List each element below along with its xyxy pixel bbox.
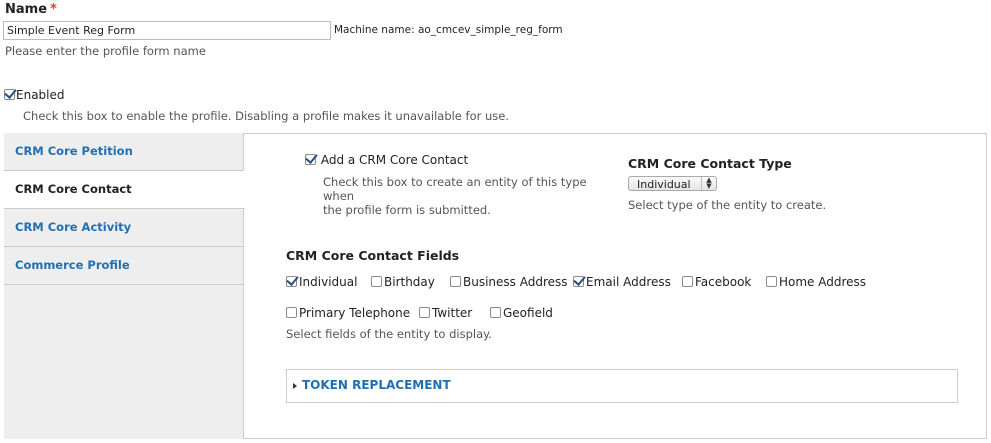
contact-type-title: CRM Core Contact Type	[628, 156, 792, 171]
name-input[interactable]	[3, 21, 331, 40]
tab-crm-core-activity[interactable]: CRM Core Activity	[4, 209, 243, 247]
machine-name: Machine name: ao_cmcev_simple_reg_form	[334, 24, 563, 36]
field-label: Geofield	[503, 305, 553, 320]
select-arrows-icon: ▲ ▼	[701, 177, 716, 190]
token-replacement-label: TOKEN REPLACEMENT	[302, 378, 451, 392]
enabled-label: Enabled	[16, 87, 65, 102]
name-label-text: Name	[5, 2, 48, 17]
contact-fields-help: Select fields of the entity to display.	[286, 327, 492, 341]
field-option-birthday[interactable]: Birthday	[371, 274, 435, 289]
field-checkbox[interactable]	[419, 307, 430, 318]
field-checkbox[interactable]	[286, 307, 297, 318]
contact-type-selected: Individual	[637, 178, 691, 191]
add-contact-label: Add a CRM Core Contact	[320, 152, 469, 167]
field-label: Email Address	[586, 274, 671, 289]
field-checkbox[interactable]	[450, 276, 461, 287]
contact-type-select[interactable]: Individual ▲ ▼	[628, 176, 717, 191]
add-contact-help-line2: the profile form is submitted.	[323, 203, 491, 217]
field-checkbox[interactable]	[286, 276, 297, 287]
enabled-row[interactable]: Enabled	[4, 87, 65, 102]
enabled-checkbox[interactable]	[4, 89, 15, 100]
field-option-primary-telephone[interactable]: Primary Telephone	[286, 305, 410, 320]
field-label: Primary Telephone	[299, 305, 411, 320]
add-contact-checkbox[interactable]	[305, 154, 316, 165]
field-label: Home Address	[779, 274, 867, 289]
contact-fields-title: CRM Core Contact Fields	[286, 248, 460, 263]
vertical-tabs-list: CRM Core Petition CRM Core Contact CRM C…	[4, 133, 245, 439]
field-option-email-address[interactable]: Email Address	[573, 274, 671, 289]
field-checkbox[interactable]	[371, 276, 382, 287]
add-contact-help: Check this box to create an entity of th…	[323, 175, 608, 217]
field-option-geofield[interactable]: Geofield	[490, 305, 553, 320]
expand-caret-icon	[293, 382, 297, 389]
tab-crm-core-petition[interactable]: CRM Core Petition	[4, 133, 243, 171]
field-checkbox[interactable]	[573, 276, 584, 287]
field-checkbox[interactable]	[682, 276, 693, 287]
tab-crm-core-contact[interactable]: CRM Core Contact	[4, 171, 245, 209]
token-replacement-toggle[interactable]: TOKEN REPLACEMENT	[293, 378, 451, 392]
tab-commerce-profile[interactable]: Commerce Profile	[4, 247, 243, 285]
add-contact-help-line1: Check this box to create an entity of th…	[323, 175, 587, 203]
name-label: Name *	[5, 2, 57, 17]
field-option-business-address[interactable]: Business Address	[450, 274, 568, 289]
required-mark: *	[50, 2, 57, 17]
enabled-help: Check this box to enable the profile. Di…	[23, 109, 510, 123]
contact-type-help: Select type of the entity to create.	[628, 198, 827, 212]
field-label: Facebook	[695, 274, 752, 289]
field-option-individual[interactable]: Individual	[286, 274, 357, 289]
field-label: Twitter	[432, 305, 473, 320]
name-help: Please enter the profile form name	[5, 44, 206, 58]
field-option-facebook[interactable]: Facebook	[682, 274, 751, 289]
field-label: Birthday	[384, 274, 435, 289]
field-label: Business Address	[463, 274, 568, 289]
field-option-twitter[interactable]: Twitter	[419, 305, 472, 320]
field-label: Individual	[299, 274, 358, 289]
field-option-home-address[interactable]: Home Address	[766, 274, 866, 289]
add-contact-row[interactable]: Add a CRM Core Contact	[305, 152, 468, 167]
field-checkbox[interactable]	[490, 307, 501, 318]
field-checkbox[interactable]	[766, 276, 777, 287]
